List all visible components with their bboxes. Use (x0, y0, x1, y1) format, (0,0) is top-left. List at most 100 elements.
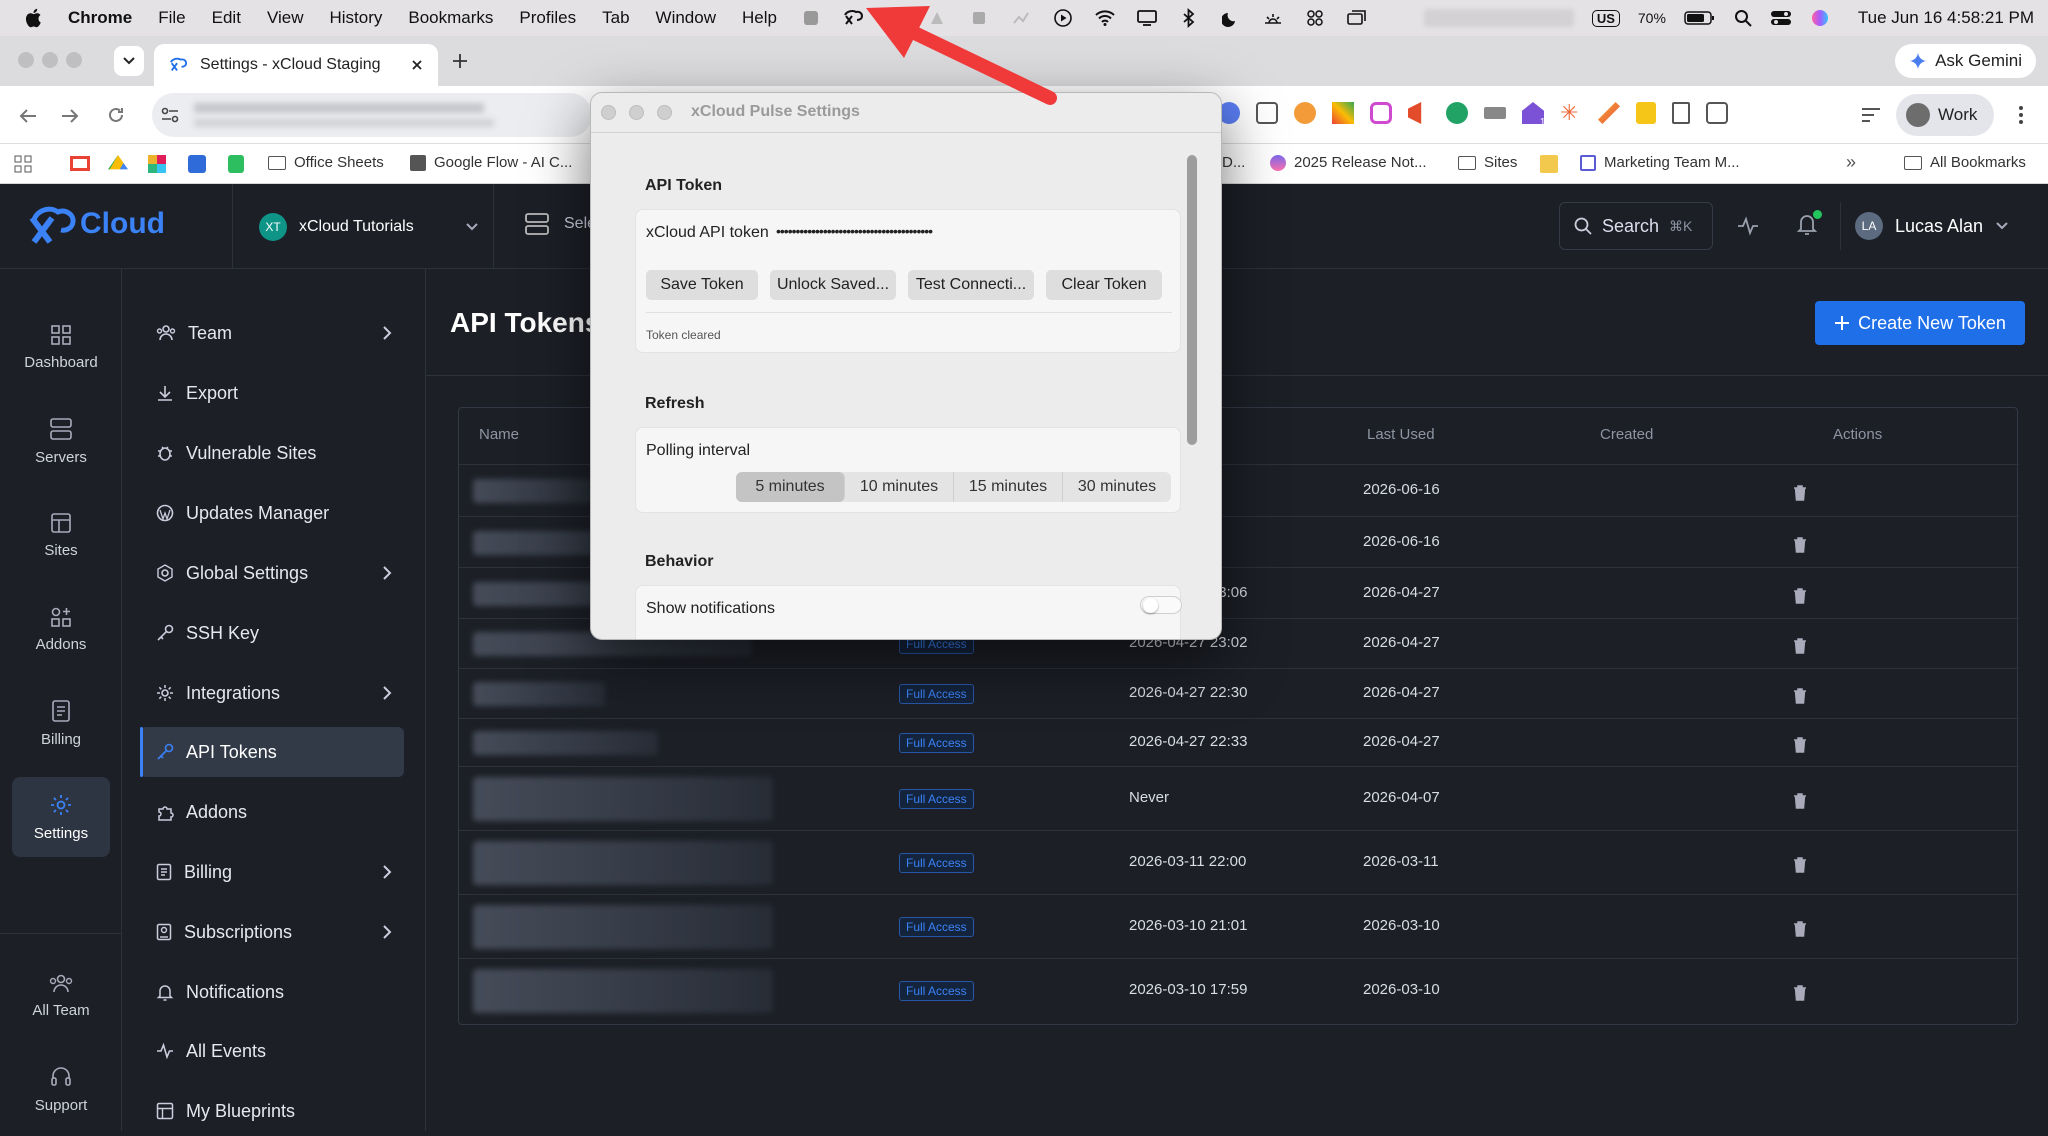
menu-history[interactable]: History (329, 8, 382, 28)
nav-all-events[interactable]: All Events (140, 1026, 404, 1076)
extensions-puzzle-icon[interactable] (1706, 102, 1728, 124)
column-header-created[interactable]: Created (1600, 426, 1653, 443)
control-center-icon[interactable] (1770, 9, 1792, 27)
dialog-scrollbar[interactable] (1187, 155, 1197, 445)
dialog-minimize-button[interactable] (629, 105, 644, 120)
delete-token-trash-icon[interactable] (1793, 587, 1807, 604)
evernote-icon[interactable] (228, 155, 244, 173)
bookmark-release-notes[interactable]: 2025 Release Not... (1270, 154, 1427, 171)
nav-billing[interactable]: Billing (140, 847, 404, 897)
bookmark-office-sheets[interactable]: Office Sheets (268, 154, 384, 171)
menu-help[interactable]: Help (742, 8, 777, 28)
nav-updates-manager[interactable]: Updates Manager (140, 488, 404, 538)
test-connection-button[interactable]: Test Connecti... (908, 270, 1034, 300)
menu-edit[interactable]: Edit (212, 8, 241, 28)
input-source-indicator[interactable]: US (1591, 9, 1620, 27)
rail-settings[interactable]: Settings (12, 777, 110, 857)
delete-token-trash-icon[interactable] (1793, 857, 1807, 873)
nav-integrations[interactable]: Integrations (140, 668, 404, 718)
menu-bookmarks[interactable]: Bookmarks (408, 8, 493, 28)
browser-tab-active[interactable]: Settings - xCloud Staging (154, 44, 438, 86)
interval-30-minutes[interactable]: 30 minutes (1063, 472, 1171, 502)
ask-gemini-button[interactable]: Ask Gemini (1895, 44, 2036, 78)
delete-token-trash-icon[interactable] (1793, 985, 1807, 1001)
slack-icon[interactable] (148, 155, 166, 173)
dialog-zoom-button[interactable] (657, 105, 672, 120)
nav-ssh-key[interactable]: SSH Key (140, 608, 404, 658)
siri-icon[interactable] (1810, 8, 1830, 28)
rail-servers[interactable]: Servers (12, 401, 110, 481)
interval-15-minutes[interactable]: 15 minutes (954, 472, 1063, 502)
extension-icon[interactable] (1332, 102, 1354, 124)
tab-search-button[interactable] (114, 46, 144, 76)
window-switch-icon[interactable] (1346, 8, 1368, 28)
menu-file[interactable]: File (158, 8, 185, 28)
save-token-button[interactable]: Save Token (646, 270, 758, 300)
delete-token-trash-icon[interactable] (1793, 638, 1807, 654)
status-item-icon[interactable] (800, 8, 822, 28)
extension-icon[interactable] (1408, 102, 1422, 124)
nav-export[interactable]: Export (140, 368, 404, 418)
bookmark-sticky-icon[interactable] (1540, 155, 1558, 173)
interval-10-minutes[interactable]: 10 minutes (845, 472, 954, 502)
delete-token-trash-icon[interactable] (1793, 688, 1807, 704)
clear-token-button[interactable]: Clear Token (1046, 270, 1162, 300)
extension-icon[interactable] (1370, 102, 1392, 124)
window-close-button[interactable] (18, 52, 34, 68)
nav-global-settings[interactable]: Global Settings (140, 548, 404, 598)
nav-addons[interactable]: Addons (140, 787, 404, 837)
extension-icon[interactable] (1672, 102, 1690, 124)
battery-icon[interactable] (1684, 10, 1716, 26)
bookmark-google-flow[interactable]: Google Flow - AI C... (410, 154, 572, 171)
notifications-bell[interactable] (1796, 210, 1822, 238)
extension-icon[interactable] (1598, 102, 1620, 124)
brightness-icon[interactable] (1262, 8, 1284, 28)
nav-vulnerable-sites[interactable]: Vulnerable Sites (140, 428, 404, 478)
extension-icon[interactable]: 13 (1522, 102, 1544, 124)
menu-profiles[interactable]: Profiles (519, 8, 576, 28)
column-header-last-used[interactable]: Last Used (1367, 426, 1435, 443)
rail-dashboard[interactable]: Dashboard (12, 307, 110, 387)
menu-window[interactable]: Window (656, 8, 716, 28)
extension-icon[interactable] (1636, 102, 1656, 124)
user-menu[interactable]: LA Lucas Alan (1840, 202, 2020, 250)
show-notifications-toggle[interactable] (1140, 596, 1182, 614)
extension-icon[interactable] (1294, 102, 1316, 124)
extension-icon[interactable]: ✳ (1560, 102, 1582, 124)
menubar-clock[interactable]: Tue Jun 16 4:58:21 PM (1858, 8, 2034, 28)
display-icon[interactable] (1136, 8, 1158, 28)
delete-token-trash-icon[interactable] (1793, 793, 1807, 809)
address-bar[interactable] (152, 93, 592, 137)
control-grid-icon[interactable] (1304, 8, 1326, 28)
delete-token-trash-icon[interactable] (1793, 921, 1807, 937)
extension-icon[interactable] (1446, 102, 1468, 124)
nav-notifications[interactable]: Notifications (140, 967, 404, 1017)
all-bookmarks[interactable]: All Bookmarks (1904, 154, 2026, 171)
column-header-name[interactable]: Name (479, 426, 519, 443)
window-minimize-button[interactable] (42, 52, 58, 68)
extension-icon[interactable] (1256, 102, 1278, 124)
delete-token-trash-icon[interactable] (1793, 485, 1807, 501)
unlock-saved-button[interactable]: Unlock Saved... (770, 270, 896, 300)
delete-token-trash-icon[interactable] (1793, 536, 1807, 553)
rail-support[interactable]: Support (12, 1049, 110, 1129)
window-zoom-button[interactable] (66, 52, 82, 68)
dialog-close-button[interactable] (601, 105, 616, 120)
focus-moon-icon[interactable] (1220, 8, 1242, 28)
profile-button[interactable]: Work (1896, 94, 1994, 136)
interval-5-minutes[interactable]: 5 minutes (736, 472, 845, 502)
nav-api-tokens[interactable]: API Tokens (140, 727, 404, 777)
delete-token-trash-icon[interactable] (1793, 737, 1807, 753)
extension-icon[interactable] (1484, 107, 1506, 119)
xcloud-logo[interactable]: Cloud (26, 202, 165, 246)
server-selector[interactable]: Sele (524, 212, 596, 236)
nav-my-blueprints[interactable]: My Blueprints (140, 1086, 404, 1136)
rail-billing[interactable]: Billing (12, 683, 110, 763)
trello-icon[interactable] (188, 155, 206, 173)
rail-sites[interactable]: Sites (12, 495, 110, 575)
more-bookmarks-icon[interactable]: » (1846, 152, 1856, 173)
global-search[interactable]: Search ⌘K (1559, 202, 1713, 250)
spotlight-search-icon[interactable] (1734, 9, 1752, 27)
workspace-switcher[interactable]: XT xCloud Tutorials (232, 184, 494, 269)
drive-icon[interactable] (108, 155, 128, 170)
